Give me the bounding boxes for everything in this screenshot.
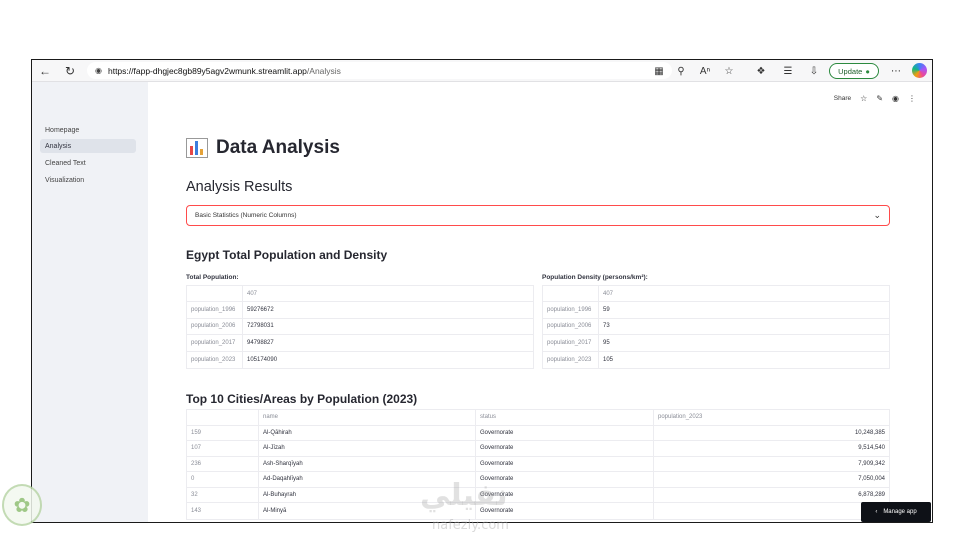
total-population-label: Total Population: <box>186 274 239 281</box>
chevron-left-icon: ‹ <box>875 509 878 515</box>
watermark-subtext: nafezly.com <box>432 518 509 533</box>
sidebar-item-visualization[interactable]: Visualization <box>40 173 136 187</box>
lock-icon: ◉ <box>95 66 102 75</box>
back-icon[interactable]: ← <box>36 62 54 80</box>
watermark-logo-icon: ✿ <box>2 484 42 526</box>
edit-icon[interactable]: ✎ <box>876 94 883 103</box>
address-bar[interactable]: ◉ https://fapp-dhgjec8gb89y5agv2wmunk.st… <box>87 62 672 79</box>
app-available-icon[interactable]: ▦ <box>652 64 666 78</box>
table-row: 107 Al-Jīzah Governorate 9,514,540 <box>187 441 889 457</box>
table-header-row: 407 <box>187 286 533 303</box>
table-row: 143 Al-Minyā Governorate 6 <box>187 503 889 519</box>
sidebar-item-label: Homepage <box>45 126 80 134</box>
table-row: 159 Al-Qāhirah Governorate 10,248,385 <box>187 425 889 441</box>
watermark-text: نفيلي <box>420 478 508 513</box>
table-row: 32 Al-Buhayrah Governorate 6,878,289 <box>187 487 889 503</box>
github-icon[interactable]: ◉ <box>892 94 899 103</box>
column-header: 407 <box>603 290 614 297</box>
read-aloud-icon[interactable]: Aⁿ <box>698 64 712 78</box>
main-content: Share ☆ ✎ ◉ ⋮ Data Analysis Analysis Res… <box>148 82 932 522</box>
table-row: population_1996 59276672 <box>187 302 533 319</box>
page-title: Data Analysis <box>186 137 340 159</box>
sidebar-item-label: Analysis <box>45 142 72 150</box>
star-icon[interactable]: ☆ <box>860 94 867 103</box>
more-menu-icon[interactable]: ⋯ <box>889 64 903 78</box>
copilot-icon[interactable] <box>912 63 927 78</box>
downloads-icon[interactable]: ⇩ <box>807 64 821 78</box>
density-label: Population Density (persons/km²): <box>542 274 648 281</box>
analysis-type-select[interactable]: Basic Statistics (Numeric Columns) ⌄ <box>186 205 890 226</box>
zoom-icon[interactable]: ⚲ <box>674 64 688 78</box>
table-row: population_2023 105174090 <box>187 351 533 368</box>
kebab-menu-icon[interactable]: ⋮ <box>908 94 916 103</box>
extensions-icon[interactable]: ❖ <box>754 64 768 78</box>
url-path: /Analysis <box>306 65 341 76</box>
update-icon: ● <box>865 66 870 76</box>
table-header-row: name status population_2023 <box>187 410 889 426</box>
manage-app-button[interactable]: ‹ Manage app <box>861 502 931 522</box>
table-row: population_2006 72798031 <box>187 318 533 336</box>
select-value: Basic Statistics (Numeric Columns) <box>195 212 297 219</box>
table-row: 236 Ash-Sharqīyah Governorate 7,909,342 <box>187 456 889 472</box>
top-cities-table[interactable]: name status population_2023 159 Al-Qāhir… <box>186 409 890 520</box>
manage-app-label: Manage app <box>883 509 917 515</box>
share-button[interactable]: Share <box>834 95 851 102</box>
reload-icon[interactable]: ↻ <box>61 62 79 80</box>
top-cities-heading: Top 10 Cities/Areas by Population (2023) <box>186 392 418 406</box>
chevron-down-icon: ⌄ <box>873 210 881 220</box>
table-row: population_1996 59 <box>543 302 889 319</box>
sidebar-item-homepage[interactable]: Homepage <box>40 123 136 137</box>
url-host: https://fapp-dhgjec8gb89y5agv2wmunk.stre… <box>107 65 307 76</box>
update-label: Update <box>838 66 863 76</box>
app-toolbar: Share ☆ ✎ ◉ ⋮ <box>834 94 916 103</box>
sidebar-item-cleaned-text[interactable]: Cleaned Text <box>40 156 136 170</box>
browser-toolbar: ← ↻ ◉ https://fapp-dhgjec8gb89y5agv2wmun… <box>32 60 932 82</box>
table-row: 0 Ad-Daqahlīyah Governorate 7,050,004 <box>187 472 889 488</box>
favorite-star-icon[interactable]: ☆ <box>722 64 736 78</box>
favorites-list-icon[interactable]: ☰ <box>781 64 795 78</box>
table-row: population_2023 105 <box>543 351 889 368</box>
table-row: population_2006 73 <box>543 318 889 336</box>
density-table[interactable]: 407 population_1996 59 population_2006 7… <box>542 285 890 369</box>
table-row: population_2017 94798827 <box>187 335 533 352</box>
table-row: population_2017 95 <box>543 335 889 352</box>
analysis-results-heading: Analysis Results <box>186 179 293 195</box>
update-button[interactable]: Update ● <box>829 63 879 79</box>
column-header: 407 <box>247 290 258 297</box>
sidebar-item-label: Cleaned Text <box>45 159 86 167</box>
sidebar-item-label: Visualization <box>45 176 85 184</box>
page-title-text: Data Analysis <box>216 137 340 158</box>
browser-window: ← ↻ ◉ https://fapp-dhgjec8gb89y5agv2wmun… <box>31 59 933 523</box>
bar-chart-icon <box>186 138 208 158</box>
table-header-row: 407 <box>543 286 889 303</box>
total-population-table[interactable]: 407 population_1996 59276672 population_… <box>186 285 534 369</box>
egypt-heading: Egypt Total Population and Density <box>186 248 388 262</box>
sidebar-item-analysis[interactable]: Analysis <box>40 139 136 153</box>
sidebar: Homepage Analysis Cleaned Text Visualiza… <box>32 82 148 522</box>
